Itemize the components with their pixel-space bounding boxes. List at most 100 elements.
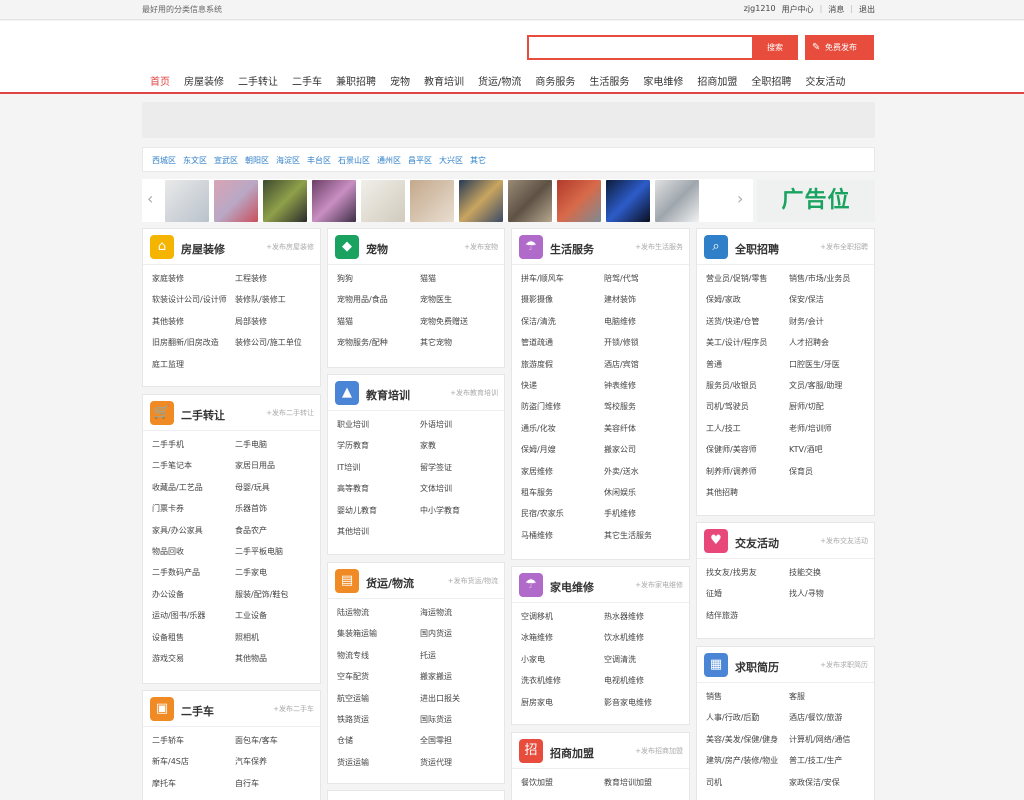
carousel-image[interactable] <box>263 180 307 222</box>
card-title[interactable]: 二手转让 <box>181 407 225 423</box>
category-link[interactable]: 酒店/餐饮/旅游 <box>789 711 874 732</box>
category-link[interactable]: 空调清洗 <box>604 653 689 674</box>
category-link[interactable]: 保育员 <box>789 465 874 486</box>
category-link[interactable]: 二手笔记本 <box>152 459 235 480</box>
category-link[interactable]: 销售/市场/业务员 <box>789 272 874 293</box>
carousel-image[interactable] <box>508 180 552 222</box>
category-link[interactable]: 自行车 <box>235 777 320 798</box>
category-link[interactable]: 宠物医生 <box>420 293 504 314</box>
category-link[interactable]: 民宿/农家乐 <box>521 507 604 528</box>
card-title[interactable]: 求职简历 <box>735 659 779 675</box>
category-link[interactable]: 工业设备 <box>235 609 320 630</box>
category-link[interactable]: 家居维修 <box>521 465 604 486</box>
district-link[interactable]: 通州区 <box>377 155 401 165</box>
category-link[interactable]: 汽车保养 <box>235 755 320 776</box>
category-link[interactable]: 技能交换 <box>789 566 874 587</box>
category-link[interactable]: 钟表维修 <box>604 379 689 400</box>
category-link[interactable]: 国际货运 <box>420 713 504 734</box>
category-link[interactable]: 宠物免费赠送 <box>420 315 504 336</box>
category-link[interactable]: 保姆/家政 <box>706 293 789 314</box>
category-link[interactable]: 送货/快递/仓管 <box>706 315 789 336</box>
carousel-image[interactable] <box>655 180 699 222</box>
category-link[interactable]: 防盗门维修 <box>521 400 604 421</box>
category-link[interactable]: 二手平板电脑 <box>235 545 320 566</box>
category-link[interactable]: 全国零担 <box>420 734 504 755</box>
category-link[interactable]: 庭工监理 <box>152 358 235 379</box>
chevron-right-icon[interactable]: › <box>737 189 743 208</box>
publish-link[interactable]: +发布房屋装修 <box>266 242 314 252</box>
card-title[interactable]: 房屋装修 <box>181 241 225 257</box>
district-link[interactable]: 石景山区 <box>338 155 370 165</box>
category-link[interactable]: 猫猫 <box>420 272 504 293</box>
category-link[interactable]: 铁路货运 <box>337 713 420 734</box>
district-link[interactable]: 朝阳区 <box>245 155 269 165</box>
category-link[interactable]: 搬家公司 <box>604 443 689 464</box>
nav-item[interactable]: 二手车 <box>292 73 322 88</box>
carousel-image[interactable] <box>361 180 405 222</box>
category-link[interactable]: 销售 <box>706 690 789 711</box>
category-link[interactable]: 学历教育 <box>337 439 420 460</box>
category-link[interactable]: 其他培训 <box>337 525 420 546</box>
category-link[interactable]: 猫猫 <box>337 315 420 336</box>
category-link[interactable]: 服务员/收银员 <box>706 379 789 400</box>
category-link[interactable]: 马桶维修 <box>521 529 604 550</box>
carousel-image[interactable] <box>214 180 258 222</box>
category-link[interactable]: 进出口报关 <box>420 692 504 713</box>
category-link[interactable]: 酒店/宾馆 <box>604 358 689 379</box>
category-link[interactable]: 宠物服务/配种 <box>337 336 420 357</box>
category-link[interactable]: 局部装修 <box>235 315 320 336</box>
category-link[interactable]: 食品农产 <box>235 524 320 545</box>
category-link[interactable]: 饮水机维修 <box>604 631 689 652</box>
category-link[interactable]: 二手数码产品 <box>152 566 235 587</box>
category-link[interactable]: 司机 <box>706 776 789 797</box>
category-link[interactable]: 货运运输 <box>337 756 420 777</box>
category-link[interactable]: 设备租售 <box>152 631 235 652</box>
card-title[interactable]: 全职招聘 <box>735 241 779 257</box>
publish-link[interactable]: +发布招商加盟 <box>635 746 683 756</box>
category-link[interactable]: 保洁/清洗 <box>521 315 604 336</box>
card-title[interactable]: 家电维修 <box>550 579 594 595</box>
search-input[interactable] <box>527 35 752 60</box>
publish-link[interactable]: +发布求职简历 <box>820 660 868 670</box>
category-link[interactable]: 游戏交易 <box>152 652 235 673</box>
category-link[interactable]: 拼车/顺风车 <box>521 272 604 293</box>
category-link[interactable]: 二手手机 <box>152 438 235 459</box>
category-link[interactable]: 托运 <box>420 649 504 670</box>
category-link[interactable]: 制养师/调养师 <box>706 465 789 486</box>
publish-link[interactable]: +发布交友活动 <box>820 536 868 546</box>
logout-link[interactable]: 退出 <box>859 4 875 15</box>
district-link[interactable]: 宣武区 <box>214 155 238 165</box>
nav-item[interactable]: 家电维修 <box>643 73 683 88</box>
category-link[interactable]: 家具/办公家具 <box>152 524 235 545</box>
card-title[interactable]: 交友活动 <box>735 535 779 551</box>
category-link[interactable]: 仓储 <box>337 734 420 755</box>
publish-link[interactable]: +发布宠物 <box>464 242 498 252</box>
category-link[interactable]: 驾校服务 <box>604 400 689 421</box>
publish-link[interactable]: +发布全职招聘 <box>820 242 868 252</box>
category-link[interactable]: 洗衣机维修 <box>521 674 604 695</box>
search-button[interactable]: 搜索 <box>752 35 798 60</box>
category-link[interactable]: 小家电 <box>521 653 604 674</box>
district-link[interactable]: 其它 <box>470 155 486 165</box>
nav-item[interactable]: 全职招聘 <box>751 73 791 88</box>
category-link[interactable]: 其他招聘 <box>706 486 789 507</box>
category-link[interactable]: 家教 <box>420 439 504 460</box>
category-link[interactable]: 工人/技工 <box>706 422 789 443</box>
category-link[interactable]: 老师/培训师 <box>789 422 874 443</box>
category-link[interactable]: 海运物流 <box>420 606 504 627</box>
category-link[interactable]: 收藏品/工艺品 <box>152 481 235 502</box>
category-link[interactable]: 物流专线 <box>337 649 420 670</box>
publish-link[interactable]: +发布二手转让 <box>266 408 314 418</box>
category-link[interactable]: 办公设备 <box>152 588 235 609</box>
category-link[interactable]: 高等教育 <box>337 482 420 503</box>
category-link[interactable]: 狗狗 <box>337 272 420 293</box>
carousel-image[interactable] <box>312 180 356 222</box>
category-link[interactable]: 其它生活服务 <box>604 529 689 550</box>
category-link[interactable]: 人才招聘会 <box>789 336 874 357</box>
category-link[interactable]: 餐饮加盟 <box>521 776 604 797</box>
messages-link[interactable]: 消息 <box>828 4 844 15</box>
category-link[interactable]: 冰箱维修 <box>521 631 604 652</box>
nav-item[interactable]: 教育培训 <box>424 73 464 88</box>
nav-item[interactable]: 交友活动 <box>805 73 845 88</box>
category-link[interactable]: 二手轿车 <box>152 734 235 755</box>
